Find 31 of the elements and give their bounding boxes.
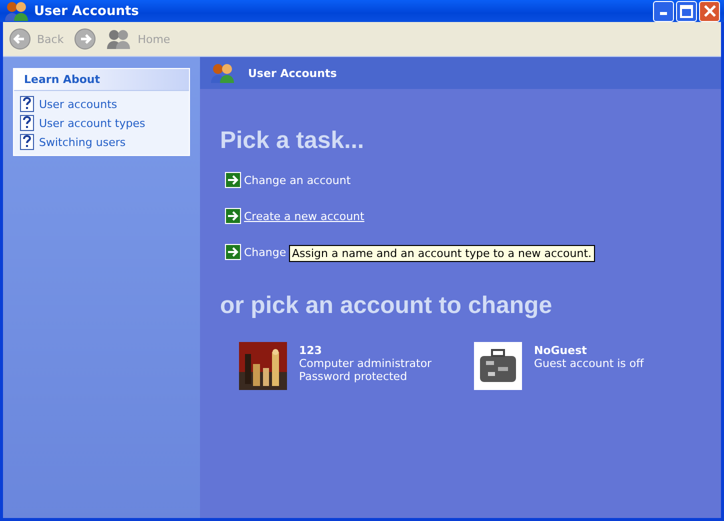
maximize-button[interactable] xyxy=(676,0,697,22)
help-icon xyxy=(20,96,34,112)
tooltip: Assign a name and an account type to a new account. xyxy=(289,245,595,262)
task-link[interactable]: Change an account xyxy=(225,172,351,188)
task-heading: Pick a task... xyxy=(220,127,366,155)
account-detail: Computer administrator xyxy=(299,357,432,370)
arrow-icon xyxy=(225,208,241,224)
users-icon xyxy=(106,28,132,50)
account-detail: Password protected xyxy=(299,370,408,383)
help-link[interactable]: User accounts xyxy=(20,96,183,112)
close-icon xyxy=(704,5,716,17)
account-heading: or pick an account to change xyxy=(220,292,554,320)
account-name[interactable]: NoGuest xyxy=(534,344,644,357)
account-name[interactable]: 123 xyxy=(299,344,432,357)
help-link[interactable]: User account types xyxy=(20,115,183,131)
maximize-icon xyxy=(680,4,693,18)
arrow-icon xyxy=(225,244,241,260)
app-icon xyxy=(4,0,30,22)
account-detail: Guest account is off xyxy=(534,357,644,370)
minimize-button[interactable] xyxy=(653,0,674,22)
task-link[interactable]: Create a new account xyxy=(225,208,364,224)
header-title: User Accounts xyxy=(248,66,337,80)
task-link[interactable]: Change xyxy=(225,244,286,260)
users-icon xyxy=(210,62,236,84)
window-title: User Accounts xyxy=(34,4,140,18)
help-icon xyxy=(20,115,34,131)
sidebar-title: Learn About xyxy=(14,69,189,91)
help-icon xyxy=(20,134,34,150)
help-link[interactable]: Switching users xyxy=(20,134,183,150)
close-button[interactable] xyxy=(699,0,720,22)
arrow-icon xyxy=(225,172,241,188)
